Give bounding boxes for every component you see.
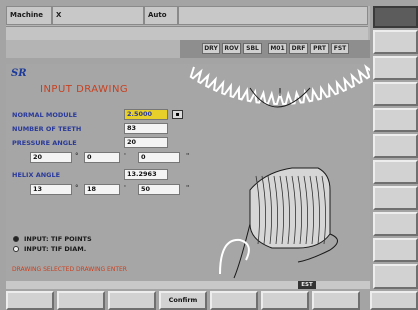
pressure-sec-field[interactable]: 0 (138, 152, 180, 163)
helix-angle-label: HELIX ANGLE (12, 171, 61, 179)
flag-drf: DRF (289, 43, 308, 54)
flag-dry: DRY (202, 43, 220, 54)
pressure-deg-field[interactable]: 20 (30, 152, 72, 163)
header-row-2 (6, 26, 368, 41)
pressure-angle-field[interactable]: 20 (124, 137, 168, 148)
right-softkey-3[interactable] (373, 82, 418, 106)
bottom-softkey-8[interactable] (370, 291, 418, 310)
bottom-softkey-5[interactable] (210, 291, 258, 310)
deg-sep: ° (75, 152, 79, 160)
helix-angle-field[interactable]: 13.2963 (124, 169, 168, 180)
helix-deg-field[interactable]: 13 (30, 184, 72, 195)
normal-module-label: NORMAL MODULE (12, 111, 78, 119)
bottom-softkey-1[interactable] (6, 291, 54, 310)
confirm-button[interactable]: Confirm (159, 291, 207, 310)
hob-tool (233, 167, 338, 279)
bottom-softkey-6[interactable] (261, 291, 309, 310)
tif-diam-radio[interactable] (13, 246, 19, 252)
normal-module-field[interactable]: 2.5000 (124, 109, 168, 120)
helix-min-field[interactable]: 18 (84, 184, 120, 195)
panel-title: INPUT DRAWING (40, 84, 129, 95)
right-softkey-6[interactable] (373, 160, 418, 184)
teeth-label: NUMBER OF TEETH (12, 125, 82, 133)
status-message: DRAWING SELECTED DRAWING ENTER (12, 266, 127, 273)
right-softkey-5[interactable] (373, 134, 418, 158)
right-softkey-8[interactable] (373, 212, 418, 236)
flag-fst: FST (331, 43, 349, 54)
header-row-3 (6, 40, 180, 58)
logo: SR (11, 68, 27, 79)
machine-value: X (52, 6, 144, 25)
right-softkey-0 (373, 6, 418, 28)
flag-m01: M01 (268, 43, 287, 54)
deg-sep-2: ° (75, 184, 79, 192)
info-badge: EST (298, 281, 316, 289)
right-softkey-7[interactable] (373, 186, 418, 210)
tif-points-label: INPUT: TIF POINTS (24, 235, 92, 243)
min-sep: ' (124, 152, 126, 160)
tif-diam-label: INPUT: TIF DIAM. (24, 245, 87, 253)
mode-indicator: Auto (144, 6, 178, 25)
right-softkey-2[interactable] (373, 56, 418, 80)
gear-teeth-path (189, 64, 370, 106)
right-softkey-9[interactable] (373, 238, 418, 262)
right-softkey-10[interactable] (373, 264, 418, 289)
tif-points-radio[interactable] (13, 236, 19, 242)
helix-sec-field[interactable]: 50 (138, 184, 180, 195)
pressure-min-field[interactable]: 0 (84, 152, 120, 163)
bottom-softkey-3[interactable] (108, 291, 156, 310)
teeth-field[interactable]: 83 (124, 123, 168, 134)
gear-teeth (189, 64, 370, 106)
bottom-softkey-2[interactable] (57, 291, 105, 310)
flag-rov: ROV (222, 43, 241, 54)
header-message-area (178, 6, 368, 25)
right-softkey-1[interactable] (373, 30, 418, 54)
pressure-angle-label: PRESSURE ANGLE (12, 139, 77, 147)
min-sep-2: ' (124, 184, 126, 192)
flag-prt: PRT (310, 43, 329, 54)
right-softkey-4[interactable] (373, 108, 418, 132)
bottom-softkey-7[interactable] (312, 291, 360, 310)
gear-drawing (189, 64, 370, 279)
flag-sbl: SBL (243, 43, 262, 54)
machine-label: Machine (6, 6, 52, 25)
